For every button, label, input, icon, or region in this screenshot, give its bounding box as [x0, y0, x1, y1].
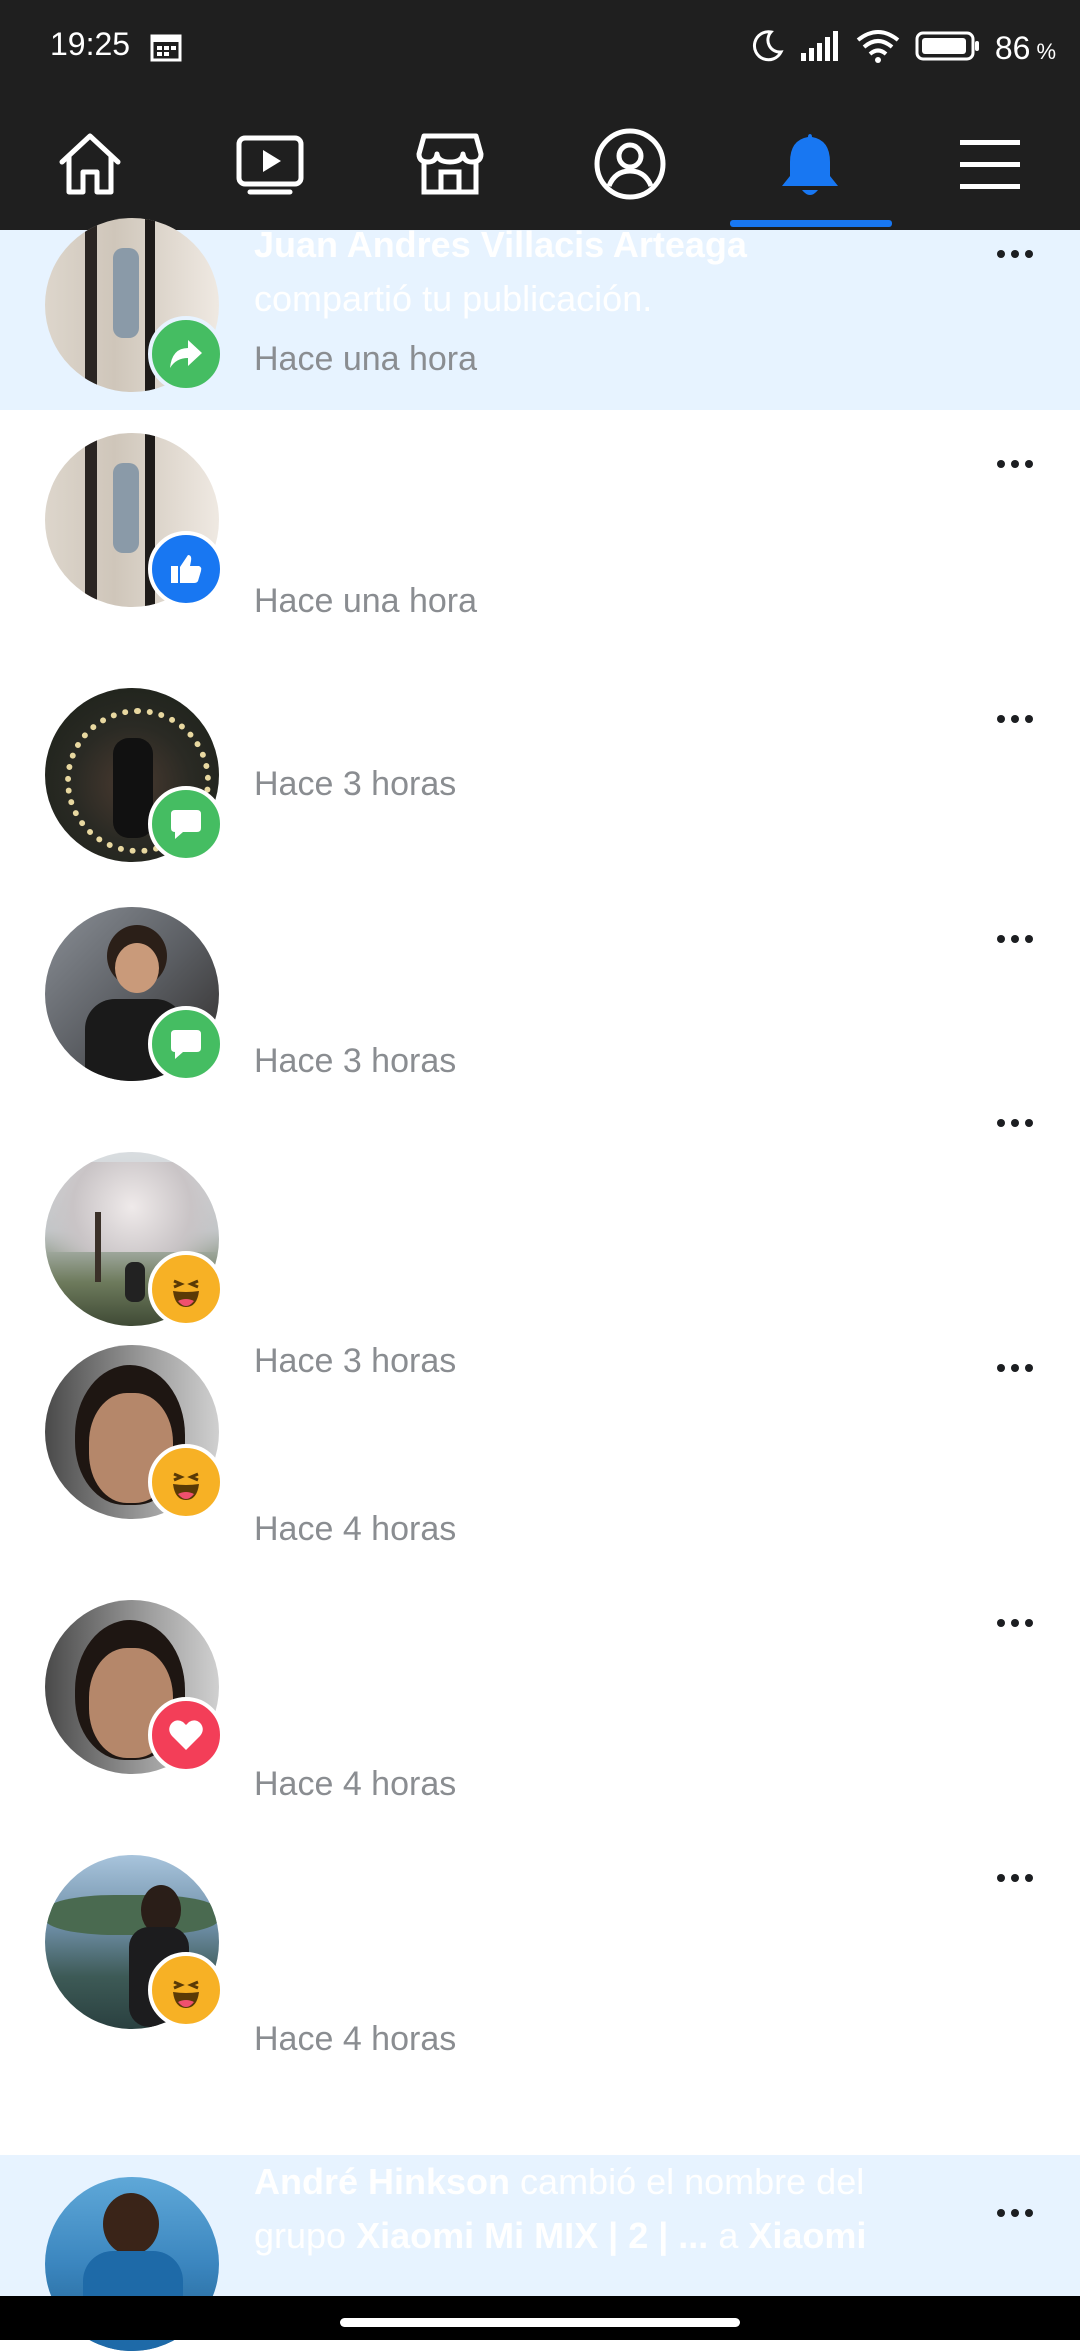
profile-icon	[594, 128, 666, 200]
nav-menu[interactable]	[900, 98, 1080, 230]
group-new-name: Xiaomi	[748, 2215, 867, 2256]
more-options-icon[interactable]	[990, 709, 1040, 729]
share-badge-icon	[148, 316, 224, 392]
haha-badge-icon	[148, 1952, 224, 2028]
more-options-icon[interactable]	[990, 244, 1040, 264]
do-not-disturb-moon-icon	[749, 28, 785, 69]
home-gesture-handle[interactable]	[340, 2318, 740, 2327]
wifi-icon	[855, 28, 901, 69]
bell-icon	[782, 134, 838, 195]
notification-time: Hace una hora	[254, 340, 478, 378]
more-options-icon[interactable]	[990, 1113, 1040, 1133]
battery-percent-sign: %	[1036, 39, 1056, 64]
comment-badge-icon	[148, 1006, 224, 1082]
notification-item[interactable]: André Hinkson cambió el nombre del grupo…	[0, 2155, 1080, 2351]
notification-action: cambió el nombre del	[520, 2161, 865, 2202]
notification-action-2: grupo	[254, 2215, 347, 2256]
notification-text: André Hinkson cambió el nombre del grupo…	[254, 2155, 974, 2263]
more-options-icon[interactable]	[990, 454, 1040, 474]
notification-item[interactable]: Hace 4 horas	[0, 1855, 1080, 2155]
nav-watch[interactable]	[180, 98, 360, 230]
nav-home[interactable]	[0, 98, 180, 230]
store-icon	[416, 133, 484, 195]
battery-icon	[915, 30, 981, 67]
notification-item[interactable]: Hace 3 horas	[0, 885, 1080, 1135]
notification-time: Hace 3 horas	[254, 1042, 457, 1080]
notification-time: Hace 4 horas	[254, 1510, 457, 1548]
notification-time: Hace 3 horas	[254, 1342, 457, 1380]
notification-item[interactable]: Juan Andres Villacis Arteaga compartió t…	[0, 218, 1080, 410]
more-options-icon[interactable]	[990, 1613, 1040, 1633]
more-options-icon[interactable]	[990, 2203, 1040, 2223]
nav-marketplace[interactable]	[360, 98, 540, 230]
calendar-icon	[150, 32, 182, 67]
notification-time: Hace 4 horas	[254, 2020, 457, 2058]
battery-level: 86	[994, 29, 1031, 66]
notification-actor: André Hinkson	[254, 2161, 511, 2202]
hamburger-icon	[960, 140, 1020, 189]
notification-time: Hace una hora	[254, 582, 478, 620]
notification-item[interactable]: Hace una hora	[0, 410, 1080, 675]
nav-profile[interactable]	[540, 98, 720, 230]
like-badge-icon	[148, 531, 224, 607]
status-time: 19:25	[50, 26, 131, 62]
notification-action: compartió tu publicación.	[254, 278, 653, 319]
notification-action-3: a	[718, 2215, 739, 2256]
more-options-icon[interactable]	[990, 1358, 1040, 1378]
status-bar: 19:25 86 %	[0, 0, 1080, 98]
notification-item[interactable]: Hace 3 horas	[0, 675, 1080, 885]
notification-actor: Juan Andres Villacis Arteaga	[254, 224, 747, 265]
home-icon	[59, 133, 121, 195]
notification-time: Hace 4 horas	[254, 1765, 457, 1803]
haha-badge-icon	[148, 1251, 224, 1327]
nav-notifications[interactable]	[720, 98, 900, 230]
more-options-icon[interactable]	[990, 1868, 1040, 1888]
group-name: Xiaomi Mi MIX | 2 | ...	[356, 2215, 709, 2256]
notification-text: Juan Andres Villacis Arteaga compartió t…	[254, 218, 974, 326]
comment-badge-icon	[148, 786, 224, 862]
top-navigation-bar	[0, 98, 1080, 231]
video-icon	[236, 135, 304, 195]
more-options-icon[interactable]	[990, 929, 1040, 949]
love-badge-icon	[148, 1697, 224, 1773]
haha-badge-icon	[148, 1444, 224, 1520]
signal-icon	[799, 29, 841, 68]
notification-time: Hace 3 horas	[254, 765, 457, 803]
